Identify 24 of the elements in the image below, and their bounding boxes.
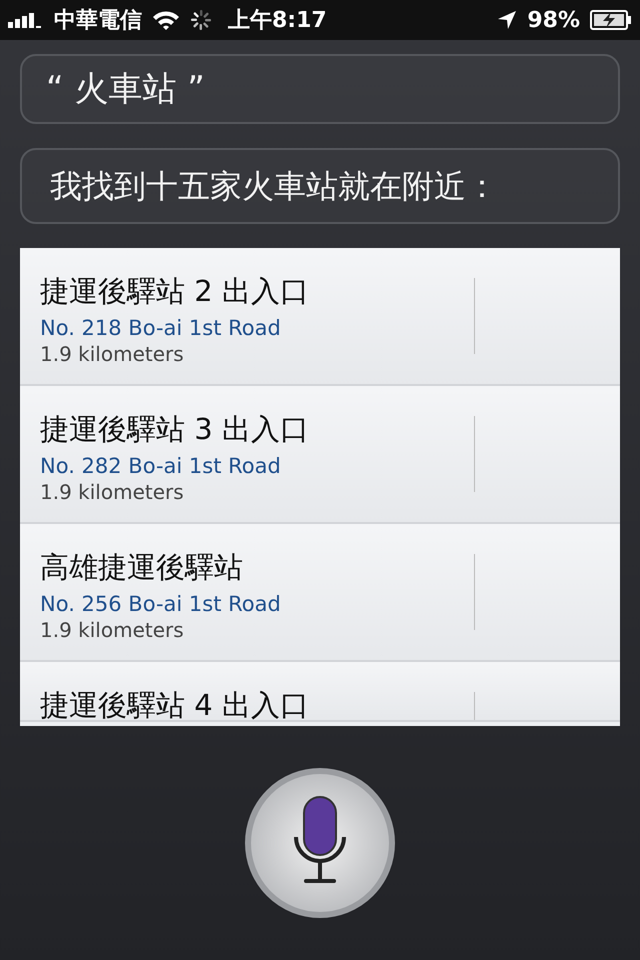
result-row[interactable]: 捷運後驛站 3 出入口 No. 282 Bo-ai 1st Road 1.9 kilometers [20,386,620,524]
place-address: No. 256 Bo-ai 1st Road [40,592,282,616]
signal-icon [8,12,44,28]
place-name: 捷運後驛站 3 出入口 [40,411,310,448]
result-row[interactable]: 捷運後驛站 2 出入口 No. 218 Bo-ai 1st Road 1.9 kilometers [20,248,620,386]
place-address: No. 218 Bo-ai 1st Road [40,316,282,340]
result-row[interactable]: 高雄捷運後驛站 No. 256 Bo-ai 1st Road 1.9 kilometers [20,524,620,662]
result-row[interactable]: 捷運後驛站 4 出入口 [20,662,620,722]
place-name: 捷運後驛站 4 出入口 [40,687,310,724]
place-name: 捷運後驛站 2 出入口 [40,273,310,310]
place-distance: 1.9 kilometers [40,342,185,366]
wifi-icon [152,10,180,30]
clock-time: 上午8:17 [228,7,327,35]
carrier-name: 中華電信 [54,7,142,35]
assistant-reply: 我找到十五家火車站就在附近： [50,166,499,207]
spoken-query: “ 火車站 ” [46,69,205,109]
place-address: No. 282 Bo-ai 1st Road [40,454,282,478]
place-distance: 1.9 kilometers [40,618,185,642]
loading-spinner-icon [190,9,212,31]
location-arrow-icon [497,10,518,30]
battery-percentage: 98% [527,8,580,32]
place-distance: 1.9 kilometers [40,480,185,504]
place-name: 高雄捷運後驛站 [40,549,244,586]
battery-charging-icon [590,10,632,30]
